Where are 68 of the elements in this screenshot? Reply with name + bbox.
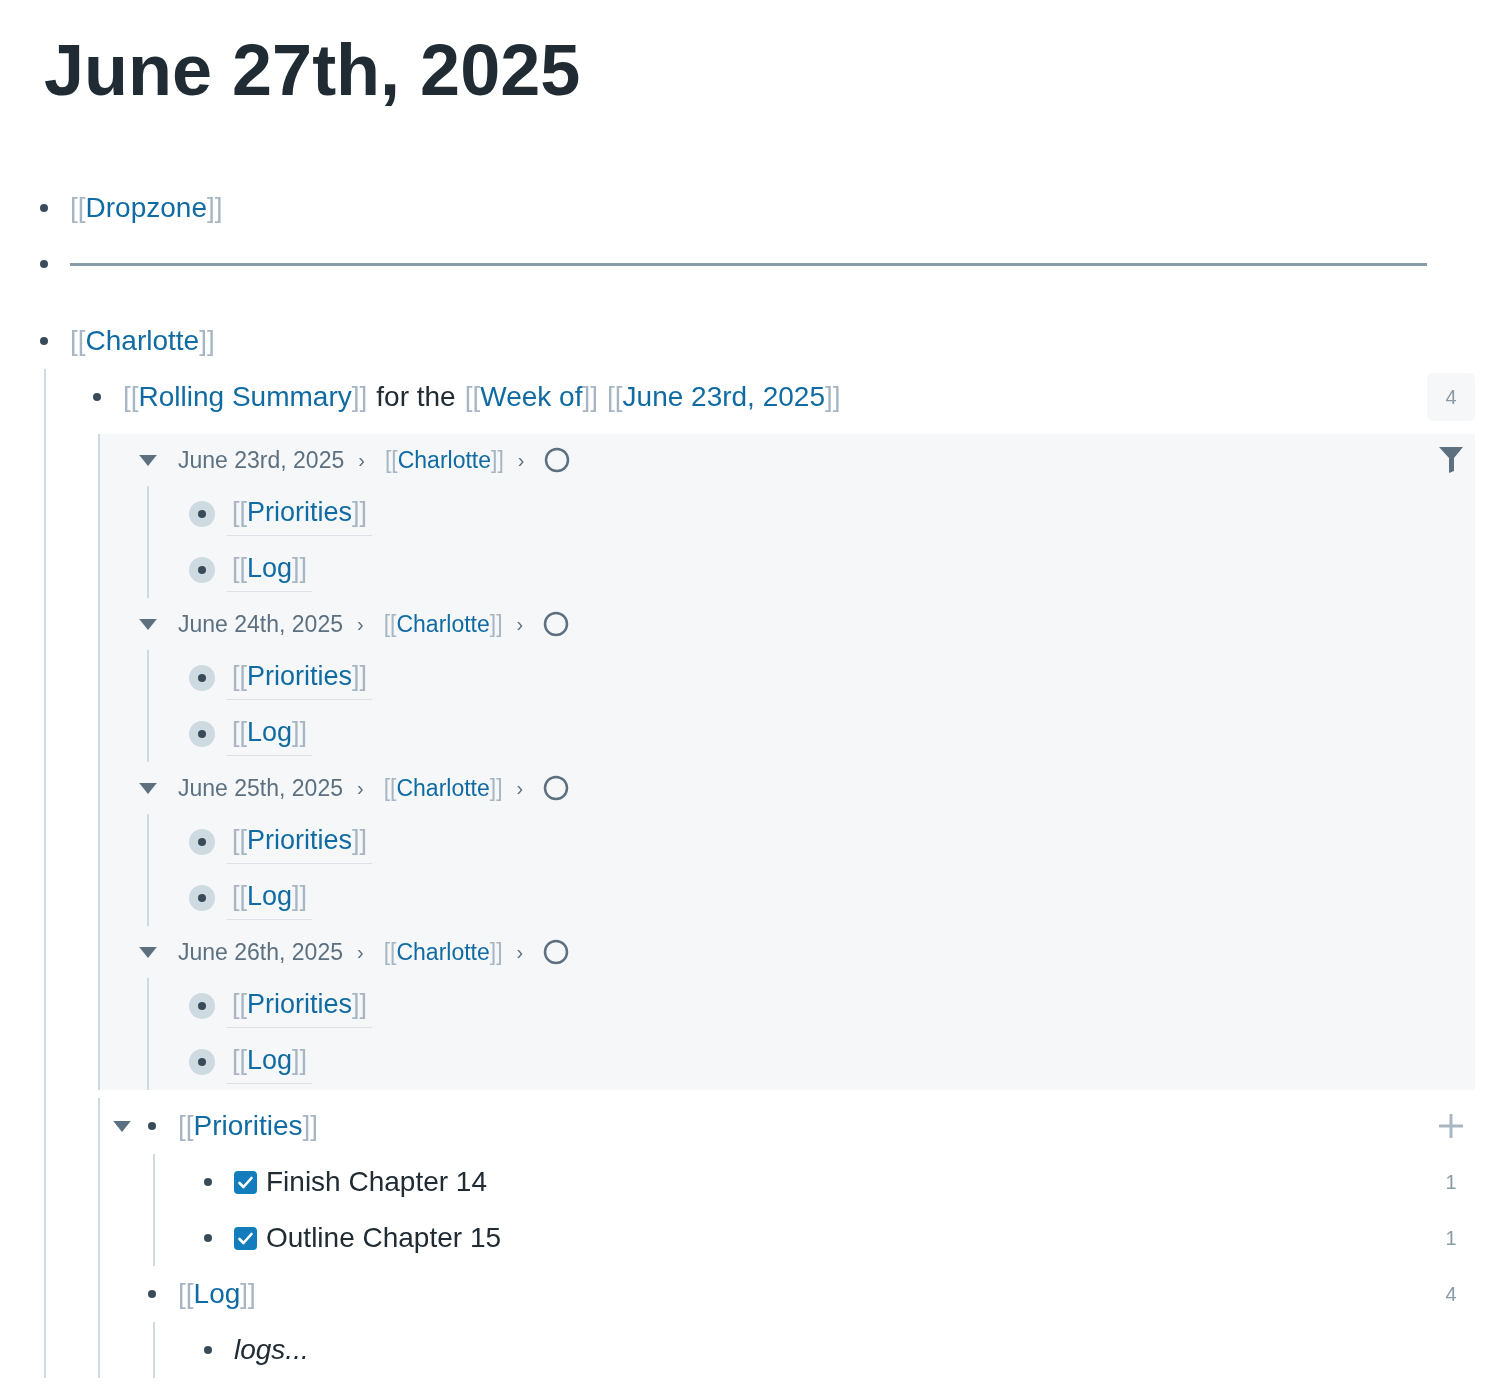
- page-link[interactable]: [[Log]]: [178, 1273, 256, 1315]
- page-link[interactable]: [[Charlotte]]: [383, 934, 503, 970]
- breadcrumb-separator: ›: [357, 776, 364, 801]
- circle-icon[interactable]: [543, 775, 570, 801]
- circle-icon[interactable]: [543, 939, 570, 965]
- caret-icon[interactable]: [139, 946, 157, 958]
- checkbox[interactable]: [234, 1170, 257, 1194]
- todo-text: Outline Chapter 15: [266, 1221, 502, 1255]
- breadcrumb-separator: ›: [516, 940, 524, 965]
- block-text: logs...: [234, 1333, 309, 1367]
- breadcrumb-separator: ›: [516, 612, 524, 637]
- block-text: for the: [376, 380, 456, 414]
- breadcrumb-date[interactable]: June 23rd, 2025: [178, 442, 345, 478]
- checkbox[interactable]: [234, 1226, 257, 1250]
- page-link[interactable]: [[Dropzone]]: [70, 187, 223, 229]
- bullet-icon[interactable]: [189, 993, 215, 1019]
- bullet-icon[interactable]: [204, 1346, 212, 1354]
- bullet-icon[interactable]: [189, 1049, 215, 1075]
- breadcrumb-date[interactable]: June 25th, 2025: [178, 770, 343, 806]
- bullet-icon[interactable]: [204, 1234, 212, 1242]
- breadcrumb-separator: ›: [357, 940, 364, 965]
- breadcrumb-separator: ›: [357, 612, 364, 637]
- bullet-icon[interactable]: [204, 1178, 212, 1186]
- breadcrumb-separator: ›: [516, 776, 524, 801]
- bullet-icon[interactable]: [40, 260, 48, 268]
- page-link[interactable]: [[Log]]: [227, 1040, 313, 1084]
- reference-count[interactable]: 1: [1427, 1162, 1475, 1202]
- breadcrumb-date[interactable]: June 26th, 2025: [178, 934, 343, 970]
- bullet-icon[interactable]: [189, 829, 215, 855]
- bullet-icon[interactable]: [189, 557, 215, 583]
- page-link[interactable]: [[Charlotte]]: [383, 770, 503, 806]
- page-link[interactable]: [[Priorities]]: [227, 820, 373, 864]
- breadcrumb-separator: ›: [517, 448, 525, 473]
- page-link[interactable]: [[June 23rd, 2025]]: [607, 376, 841, 418]
- caret-icon[interactable]: [113, 1120, 131, 1132]
- bullet-icon[interactable]: [148, 1122, 156, 1130]
- page-link[interactable]: [[Priorities]]: [227, 492, 373, 536]
- circle-icon[interactable]: [544, 447, 571, 473]
- page-link[interactable]: [[Charlotte]]: [70, 320, 215, 362]
- bullet-icon[interactable]: [189, 885, 215, 911]
- todo-text: Finish Chapter 14: [266, 1165, 487, 1199]
- bullet-icon[interactable]: [148, 1290, 156, 1298]
- caret-icon[interactable]: [139, 454, 157, 466]
- bullet-icon[interactable]: [93, 393, 101, 401]
- page-link[interactable]: [[Charlotte]]: [383, 606, 503, 642]
- bullet-icon[interactable]: [189, 665, 215, 691]
- page-link[interactable]: [[Log]]: [227, 876, 313, 920]
- page-link[interactable]: [[Charlotte]]: [384, 442, 504, 478]
- bullet-icon[interactable]: [189, 721, 215, 747]
- filter-icon[interactable]: [1439, 447, 1463, 473]
- bullet-icon[interactable]: [40, 204, 48, 212]
- page-link[interactable]: [[Log]]: [227, 548, 313, 592]
- page-link[interactable]: [[Log]]: [227, 712, 313, 756]
- bullet-icon[interactable]: [189, 501, 215, 527]
- reference-count[interactable]: 1: [1427, 1218, 1475, 1258]
- page-link[interactable]: [[Priorities]]: [178, 1105, 319, 1147]
- circle-icon[interactable]: [543, 611, 570, 637]
- breadcrumb-date[interactable]: June 24th, 2025: [178, 606, 343, 642]
- breadcrumb-separator: ›: [358, 448, 365, 473]
- bullet-icon[interactable]: [40, 337, 48, 345]
- reference-count[interactable]: 4: [1427, 1274, 1475, 1314]
- caret-icon[interactable]: [139, 782, 157, 794]
- page-link[interactable]: [[Week of]]: [464, 376, 598, 418]
- page-link[interactable]: [[Priorities]]: [227, 656, 373, 700]
- caret-icon[interactable]: [139, 618, 157, 630]
- page-link[interactable]: [[Priorities]]: [227, 984, 373, 1028]
- page-link[interactable]: [[Rolling Summary]]: [123, 376, 368, 418]
- page-title: June 27th, 2025: [43, 29, 582, 112]
